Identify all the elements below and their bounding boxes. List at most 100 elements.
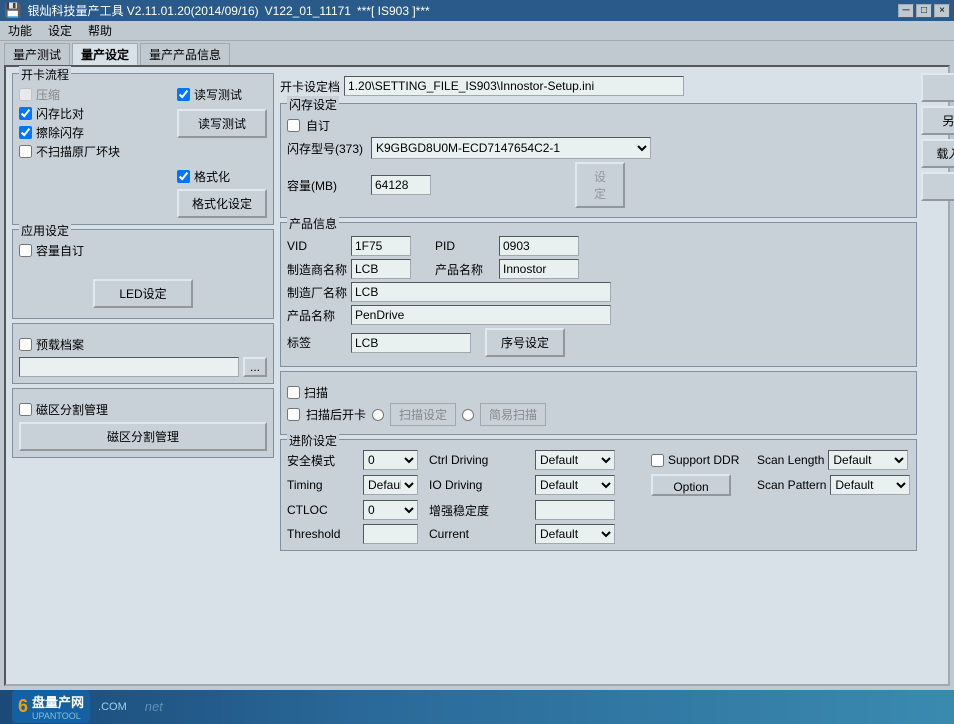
scan-length-label: Scan Length xyxy=(757,453,824,467)
option-button[interactable]: Option xyxy=(651,474,731,496)
support-ddr-checkbox[interactable] xyxy=(651,454,664,467)
tag-input[interactable] xyxy=(351,333,471,353)
device-info: ***[ IS903 ]*** xyxy=(357,4,430,18)
flash-compare-label: 闪存比对 xyxy=(36,105,84,122)
pid-label: PID xyxy=(435,239,495,253)
version-info: V122_01_11171 xyxy=(265,4,351,18)
flash-custom-label: 自订 xyxy=(306,117,330,134)
scan-radio-1[interactable] xyxy=(372,409,384,421)
serial-set-button[interactable]: 序号设定 xyxy=(485,328,565,357)
app-title: 银灿科技量产工具 V2.11.01.20(2014/09/16) xyxy=(27,2,258,19)
rw-test-checkbox[interactable] xyxy=(177,88,190,101)
compress-label: 压缩 xyxy=(36,86,60,103)
scan-pattern-label: Scan Pattern xyxy=(757,478,826,492)
flash-compare-checkbox[interactable] xyxy=(19,107,32,120)
format-checkbox[interactable] xyxy=(177,170,190,183)
scan-settings-button[interactable]: 扫描设定 xyxy=(390,403,456,426)
open-card-file-input[interactable] xyxy=(344,76,684,96)
io-driving-label: IO Driving xyxy=(429,478,529,492)
tab-production-settings[interactable]: 量产设定 xyxy=(72,43,138,65)
open-card-file-row: 开卡设定档 xyxy=(280,76,917,96)
manufacturer-name-input[interactable] xyxy=(351,259,411,279)
preload-label: 预载档案 xyxy=(36,336,84,353)
manufacturer-name-label: 制造商名称 xyxy=(287,261,347,278)
simple-scan-button[interactable]: 简易扫描 xyxy=(480,403,546,426)
format-checkbox-label: 格式化 xyxy=(194,168,230,185)
scan-length-select[interactable]: Default xyxy=(828,450,908,470)
ctloc-select[interactable]: 0 xyxy=(363,500,418,520)
current-label: Current xyxy=(429,527,529,541)
load-button[interactable]: 载入设定档 xyxy=(921,139,954,168)
advanced-section: 进阶设定 安全模式 0 Ctrl Driving Default xyxy=(280,439,917,551)
scan-pattern-select[interactable]: Default xyxy=(830,475,910,495)
scan-section: 扫描 扫描后开卡 扫描设定 简易扫描 xyxy=(280,371,917,435)
menu-function[interactable]: 功能 xyxy=(4,22,36,39)
erase-flash-label: 擦除闪存 xyxy=(36,124,84,141)
open-card-file-label: 开卡设定档 xyxy=(280,78,340,95)
close-button[interactable]: × xyxy=(934,4,950,18)
menu-settings[interactable]: 设定 xyxy=(44,22,76,39)
format-settings-button[interactable]: 格式化设定 xyxy=(177,189,267,218)
tab-production-product-info[interactable]: 量产产品信息 xyxy=(140,43,230,65)
compress-checkbox[interactable] xyxy=(19,88,32,101)
threshold-input[interactable] xyxy=(363,524,418,544)
product-name-label: 产品名称 xyxy=(435,261,495,278)
product-name-input[interactable] xyxy=(499,259,579,279)
no-scan-bad-label: 不扫描原厂坏块 xyxy=(36,143,120,160)
capacity-input[interactable] xyxy=(371,175,431,195)
manufacturer-factory-label: 制造厂名称 xyxy=(287,284,347,301)
open-card-section: 开卡流程 压缩 闪存比对 xyxy=(12,73,274,225)
edit-button[interactable]: 编辑 xyxy=(921,172,954,201)
flash-settings-section: 闪存设定 自订 闪存型号(373) K9GBGD8U0M-ECD7147654C… xyxy=(280,103,917,218)
partition-label: 磁区分割管理 xyxy=(36,401,108,418)
capacity-custom-label: 容量自订 xyxy=(36,242,84,259)
right-action-buttons: 存档 另存新档 载入设定档 编辑 xyxy=(921,73,954,677)
product-name2-label: 产品名称 xyxy=(287,307,347,324)
preload-checkbox[interactable] xyxy=(19,338,32,351)
partition-management-button[interactable]: 磁区分割管理 xyxy=(19,422,267,451)
partition-checkbox[interactable] xyxy=(19,403,32,416)
app-setting-section: 应用设定 容量自订 LED设定 xyxy=(12,229,274,319)
preload-input[interactable] xyxy=(19,357,239,377)
scan-label: 扫描 xyxy=(304,384,328,401)
timing-select[interactable]: Default xyxy=(363,475,418,495)
ctrl-driving-select[interactable]: Default xyxy=(535,450,615,470)
led-settings-button[interactable]: LED设定 xyxy=(93,279,193,308)
save-new-button[interactable]: 另存新档 xyxy=(921,106,954,135)
logo-net: net xyxy=(145,699,163,714)
tab-production-test[interactable]: 量产测试 xyxy=(4,43,70,65)
safety-mode-select[interactable]: 0 xyxy=(363,450,418,470)
left-panel: 开卡流程 压缩 闪存比对 xyxy=(12,73,274,677)
save-button[interactable]: 存档 xyxy=(921,73,954,102)
browse-button[interactable]: ... xyxy=(243,357,267,377)
enhance-stability-input[interactable] xyxy=(535,500,615,520)
partition-section: 磁区分割管理 磁区分割管理 xyxy=(12,388,274,458)
vid-input[interactable] xyxy=(351,236,411,256)
flash-model-label: 闪存型号(373) xyxy=(287,140,367,157)
current-select[interactable]: Default xyxy=(535,524,615,544)
manufacturer-factory-input[interactable] xyxy=(351,282,611,302)
capacity-set-button[interactable]: 设定 xyxy=(575,162,625,208)
io-driving-select[interactable]: Default xyxy=(535,475,615,495)
ctrl-driving-label: Ctrl Driving xyxy=(429,453,529,467)
no-scan-bad-checkbox[interactable] xyxy=(19,145,32,158)
scan-checkbox[interactable] xyxy=(287,386,300,399)
flash-settings-title: 闪存设定 xyxy=(287,96,339,113)
logo-bar: 6 盘量产网 UPANTOOL .COM net xyxy=(0,690,954,724)
minimize-button[interactable]: ─ xyxy=(898,4,914,18)
scan-radio-2[interactable] xyxy=(462,409,474,421)
safety-mode-label: 安全模式 xyxy=(287,452,357,469)
menu-help[interactable]: 帮助 xyxy=(84,22,116,39)
scan-after-open-checkbox[interactable] xyxy=(287,408,300,421)
flash-custom-checkbox[interactable] xyxy=(287,119,300,132)
pid-input[interactable] xyxy=(499,236,579,256)
flash-model-select[interactable]: K9GBGD8U0M-ECD7147654C2-1 xyxy=(371,137,651,159)
rw-test-button[interactable]: 读写测试 xyxy=(177,109,267,138)
timing-label: Timing xyxy=(287,478,357,492)
menu-bar: 功能 设定 帮助 xyxy=(0,21,954,41)
product-name2-input[interactable] xyxy=(351,305,611,325)
capacity-custom-checkbox[interactable] xyxy=(19,244,32,257)
maximize-button[interactable]: □ xyxy=(916,4,932,18)
erase-flash-checkbox[interactable] xyxy=(19,126,32,139)
tag-label: 标签 xyxy=(287,334,347,351)
